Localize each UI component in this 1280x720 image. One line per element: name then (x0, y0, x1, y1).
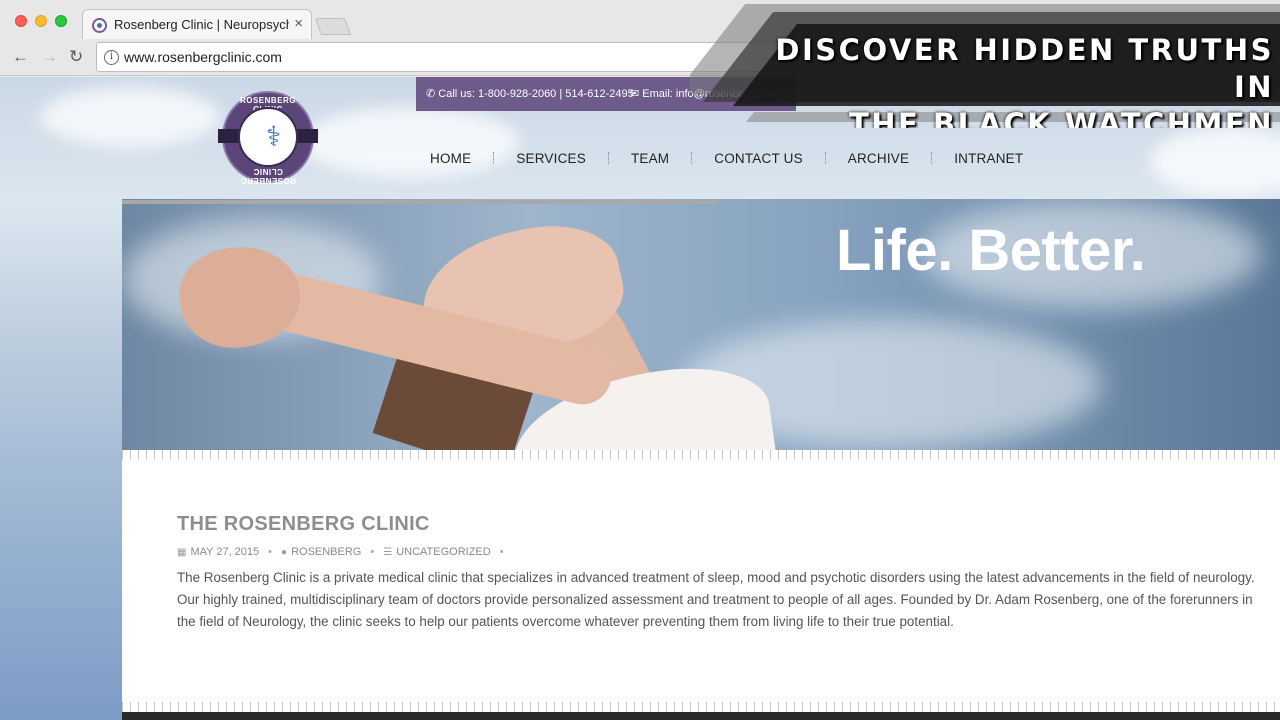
back-arrow-icon[interactable]: ← (12, 47, 29, 67)
url-text[interactable]: www.rosenbergclinic.com (124, 49, 282, 65)
post-body: The Rosenberg Clinic is a private medica… (177, 570, 1255, 629)
forward-arrow-icon[interactable]: → (41, 47, 58, 67)
caduceus-icon: ⚕ (266, 121, 282, 152)
web-page: ✆ Call us: 1-800-928-2060 | 514-612-2495… (0, 77, 1280, 720)
favicon-icon (92, 18, 107, 33)
nav-services[interactable]: SERVICES (516, 151, 586, 166)
post-author[interactable]: ROSENBERG (291, 546, 361, 558)
nav-separator (691, 152, 693, 164)
meta-separator: • (268, 546, 273, 558)
reload-icon[interactable]: ↻ (69, 47, 83, 67)
nav-intranet[interactable]: INTRANET (954, 151, 1023, 166)
hero-banner: Life. Better. (122, 199, 1280, 450)
post-meta: ▦ MAY 27, 2015 • ● ROSENBERG • ☰ UNCATEG… (177, 546, 513, 558)
nav-separator (931, 152, 933, 164)
nav-team[interactable]: TEAM (631, 151, 669, 166)
meta-separator: • (370, 546, 375, 558)
overlay-line-2: THE BLACK WATCHMEN HISTORY (849, 107, 1274, 128)
logo-text-bottom: ROSENBERG CLINIC (239, 167, 297, 185)
phone-icon: ✆ (426, 88, 436, 100)
minimize-window-button[interactable] (35, 15, 47, 27)
post-section: THE ROSENBERG CLINIC ▦ MAY 27, 2015 • ● … (122, 450, 1280, 712)
nav-separator (824, 152, 826, 164)
logo-emblem: ⚕ (238, 107, 298, 167)
tab-title: Rosenberg Clinic | Neuropsych (114, 17, 289, 32)
nav-archive[interactable]: ARCHIVE (848, 151, 909, 166)
email-icon: ✉ (630, 88, 640, 100)
clinic-logo[interactable]: ROSENBERG CLINIC ⚕ ROSENBERG CLINIC (218, 91, 318, 185)
post-date[interactable]: MAY 27, 2015 (190, 546, 259, 558)
browser-tab[interactable]: Rosenberg Clinic | Neuropsych × (82, 9, 312, 39)
nav-separator (493, 152, 495, 164)
contact-phone[interactable]: ✆ Call us: 1-800-928-2060 | 514-612-2495 (426, 87, 634, 100)
close-window-button[interactable] (15, 15, 27, 27)
meta-separator: • (499, 546, 504, 558)
maximize-window-button[interactable] (55, 15, 67, 27)
phone-text: Call us: 1-800-928-2060 | 514-612-2495 (438, 88, 634, 100)
user-icon: ● (281, 546, 288, 558)
nav-home[interactable]: HOME (430, 151, 471, 166)
overlay-line-1: DISCOVER HIDDEN TRUTHS IN (775, 33, 1274, 104)
list-icon: ☰ (383, 546, 393, 558)
hero-title: Life. Better. (836, 218, 1146, 283)
overlay-caption: DISCOVER HIDDEN TRUTHS IN THE BLACK WATC… (764, 32, 1274, 128)
post-category[interactable]: UNCATEGORIZED (396, 546, 491, 558)
sky-cloud (1150, 127, 1280, 197)
new-tab-button[interactable] (314, 18, 352, 35)
post-title[interactable]: THE ROSENBERG CLINIC (177, 513, 430, 536)
tab-close-icon[interactable]: × (294, 15, 303, 32)
ruler-divider (122, 450, 1280, 460)
footer-bar (122, 712, 1280, 720)
overlay-banner: DISCOVER HIDDEN TRUTHS IN THE BLACK WATC… (690, 0, 1280, 128)
nav-separator (607, 152, 609, 164)
nav-contact-us[interactable]: CONTACT US (714, 151, 803, 166)
main-nav: HOME SERVICES TEAM CONTACT US ARCHIVE IN… (430, 148, 1023, 168)
hero-top-strip (122, 200, 717, 204)
site-info-icon[interactable]: i (104, 50, 119, 65)
ruler-divider (122, 702, 1280, 712)
calendar-icon: ▦ (177, 546, 187, 558)
sky-cloud (40, 87, 220, 147)
